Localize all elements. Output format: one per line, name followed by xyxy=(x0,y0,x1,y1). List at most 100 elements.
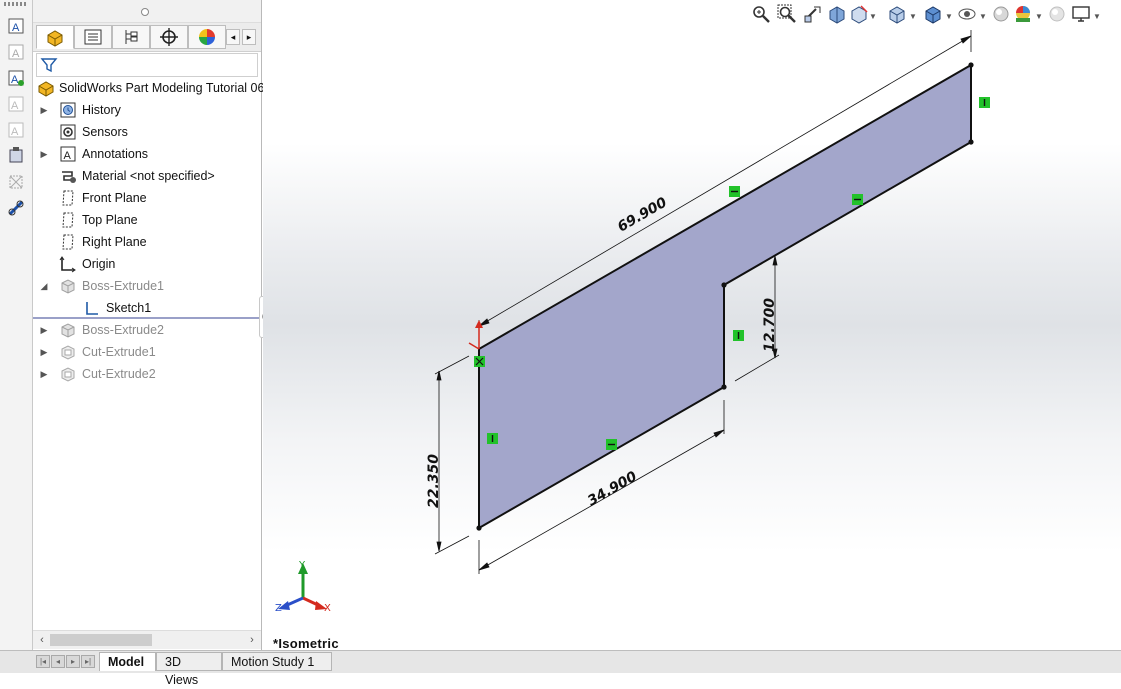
sensors-icon xyxy=(60,124,76,140)
scroll-right-icon[interactable]: › xyxy=(245,633,259,647)
tabs-scroll-right[interactable]: ▸ xyxy=(242,29,256,45)
dimxpert-tab[interactable] xyxy=(150,25,188,49)
triad-y-label: Y xyxy=(298,560,306,571)
tab-nav-next[interactable]: ▸ xyxy=(66,655,80,668)
tree-item-label: Cut-Extrude1 xyxy=(82,345,156,359)
cut-extrude-icon xyxy=(61,367,75,382)
tab-nav-last[interactable]: ▸| xyxy=(81,655,95,668)
tree-item-label: History xyxy=(82,103,121,117)
svg-text:A: A xyxy=(12,22,20,34)
note-icon[interactable]: A xyxy=(6,42,26,62)
tree-item-history[interactable]: ▶ History xyxy=(33,99,261,121)
svg-text:A: A xyxy=(11,100,19,112)
horizontal-relation-icon[interactable] xyxy=(852,194,863,205)
tree-filter-box[interactable] xyxy=(36,53,258,77)
expand-arrow-icon[interactable]: ▶ xyxy=(39,149,49,159)
tree-item-origin[interactable]: Origin xyxy=(33,253,261,275)
auto-balloon-icon[interactable]: A xyxy=(6,94,26,114)
sketch-drawing: 69.900 34.900 22.350 12.700 Y X Z xyxy=(275,30,990,614)
annotations-icon: A xyxy=(60,146,76,162)
panel-top-handle[interactable] xyxy=(33,0,261,23)
horizontal-relation-icon[interactable] xyxy=(606,439,617,450)
feature-manager-panel: ◂ ▸ SolidWorks Part Modeling Tutorial 06… xyxy=(33,0,265,650)
extrude-icon xyxy=(61,323,75,338)
balloon-icon[interactable]: A xyxy=(6,68,26,88)
tree-item-label: Material <not specified> xyxy=(82,169,215,183)
tree-item-label: Boss-Extrude1 xyxy=(82,279,164,293)
plane-icon xyxy=(62,190,74,206)
tree-item-boss-extrude1[interactable]: ◢ Boss-Extrude1 xyxy=(33,275,261,297)
triad-x-label: X xyxy=(324,603,331,614)
tree-item-right-plane[interactable]: Right Plane xyxy=(33,231,261,253)
tab-nav-prev[interactable]: ◂ xyxy=(51,655,65,668)
reference-triad: Y X Z xyxy=(275,560,331,614)
sketch-vertex[interactable] xyxy=(721,384,727,390)
tree-item-cut-extrude1[interactable]: ▶ Cut-Extrude1 xyxy=(33,341,261,363)
tab-nav-first[interactable]: |◂ xyxy=(36,655,50,668)
tree-item-boss-extrude2[interactable]: ▶ Boss-Extrude2 xyxy=(33,319,261,341)
tabs-scroll-left[interactable]: ◂ xyxy=(226,29,240,45)
geometric-tolerance-icon[interactable] xyxy=(6,172,26,192)
property-manager-tab[interactable] xyxy=(74,25,112,49)
tree-item-material-not-specified[interactable]: Material <not specified> xyxy=(33,165,261,187)
expand-arrow-icon[interactable]: ▶ xyxy=(39,347,49,357)
tree-item-label: Sketch1 xyxy=(106,301,152,315)
dimension-step-height-text[interactable]: 12.700 xyxy=(762,298,778,352)
graphics-viewport[interactable]: ▼ ▼ ▼ ▼ ▼ ▼ 69.900 34.900 22.350 12.700 … xyxy=(263,0,1121,651)
tree-item-label: Right Plane xyxy=(82,235,147,249)
bottom-tab-bar: |◂ ◂ ▸ ▸| Model 3D Views Motion Study 1 xyxy=(0,650,1121,687)
toolbar-grip[interactable] xyxy=(4,2,28,6)
material-icon xyxy=(62,171,76,183)
tree-root[interactable]: SolidWorks Part Modeling Tutorial 06 xyxy=(33,77,265,99)
configuration-manager-tab[interactable] xyxy=(112,25,150,49)
vertical-relation-icon[interactable] xyxy=(979,97,990,108)
sketch-vertex[interactable] xyxy=(476,525,482,531)
tree-item-label: Boss-Extrude2 xyxy=(82,323,164,337)
tree-item-sketch1[interactable]: Sketch1 xyxy=(33,297,261,319)
tree-item-top-plane[interactable]: Top Plane xyxy=(33,209,261,231)
extrude-icon xyxy=(61,279,75,294)
tree-item-sensors[interactable]: Sensors xyxy=(33,121,261,143)
sketch-origin-icon[interactable] xyxy=(468,320,483,350)
tree-item-cut-extrude2[interactable]: ▶ Cut-Extrude2 xyxy=(33,363,261,385)
command-strip: A A A A A xyxy=(0,0,33,672)
display-manager-tab[interactable] xyxy=(188,25,226,49)
part-icon xyxy=(38,81,54,97)
horizontal-relation-icon[interactable] xyxy=(729,186,740,197)
expand-arrow-icon[interactable]: ▶ xyxy=(39,369,49,379)
scroll-left-icon[interactable]: ‹ xyxy=(35,633,49,647)
sketch-profile-region[interactable] xyxy=(478,63,972,530)
tab-model[interactable]: Model xyxy=(99,652,156,671)
tab-3d-views[interactable]: 3D Views xyxy=(156,652,222,687)
tree-item-label: Front Plane xyxy=(82,191,147,205)
dimension-left-height-text[interactable]: 22.350 xyxy=(426,454,442,508)
sketch-vertex[interactable] xyxy=(968,62,974,68)
vertical-relation-icon[interactable] xyxy=(733,330,744,341)
sketch-vertex[interactable] xyxy=(968,139,974,145)
tree-root-label: SolidWorks Part Modeling Tutorial 06 xyxy=(59,81,265,95)
tree-item-label: Cut-Extrude2 xyxy=(82,367,156,381)
expand-arrow-icon[interactable]: ▶ xyxy=(39,105,49,115)
tree-item-front-plane[interactable]: Front Plane xyxy=(33,187,261,209)
tree-horizontal-scrollbar[interactable]: ‹ › xyxy=(33,630,261,649)
part-cube-icon xyxy=(47,30,63,47)
dimension-bottom-length-text[interactable]: 34.900 xyxy=(585,468,640,509)
filter-icon[interactable] xyxy=(40,56,58,74)
rollback-bar[interactable] xyxy=(33,317,261,319)
tab-motion-study-1[interactable]: Motion Study 1 xyxy=(222,652,332,671)
tree-item-annotations[interactable]: ▶ A Annotations xyxy=(33,143,261,165)
cut-extrude-icon xyxy=(61,345,75,360)
coincident-relation-icon[interactable] xyxy=(474,356,485,367)
scroll-thumb[interactable] xyxy=(50,634,152,646)
feature-manager-tab[interactable] xyxy=(36,25,74,49)
collapse-arrow-icon[interactable]: ◢ xyxy=(39,281,49,291)
magnetic-line-icon[interactable] xyxy=(6,198,26,218)
sketch-vertex[interactable] xyxy=(721,282,727,288)
vertical-relation-icon[interactable] xyxy=(487,433,498,444)
surface-finish-icon[interactable]: A xyxy=(6,120,26,140)
smart-dimension-icon[interactable]: A xyxy=(6,16,26,36)
expand-arrow-icon[interactable]: ▶ xyxy=(39,325,49,335)
svg-text:A: A xyxy=(64,150,72,162)
svg-text:A: A xyxy=(11,126,19,138)
datum-feature-icon[interactable] xyxy=(6,146,26,166)
